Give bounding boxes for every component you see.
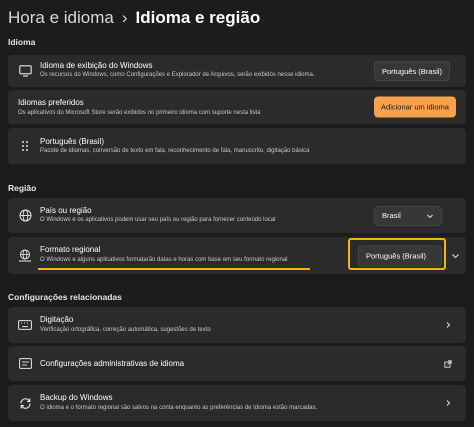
country-dropdown[interactable]: Brasil [374,205,442,226]
backup-title: Backup do Windows [40,393,113,402]
admin-language-title: Configurações administrativas de idioma [40,359,185,368]
section-title-idioma: Idioma [8,37,36,47]
country-title: País ou região [40,206,92,215]
globe-icon [18,209,32,223]
admin-language-row[interactable]: Configurações administrativas de idioma [8,346,466,381]
monitor-icon [18,64,32,78]
display-language-value: Português (Brasil) [382,66,443,76]
breadcrumb-separator: › [121,8,128,27]
keyboard-icon [18,318,32,332]
preferred-languages-title: Idiomas preferidos [18,98,84,107]
typing-row[interactable]: Digitação Verificação ortográfica, corre… [8,307,466,343]
highlight-box [348,238,446,270]
backup-desc: O idioma e o formato regional são salvos… [40,405,318,411]
typing-desc: Verificação ortográfica, correção automá… [40,327,211,333]
open-external-icon [444,359,452,368]
chevron-right-icon [446,400,451,406]
display-language-desc: Os recursos do Windows, como Configuraçõ… [40,72,315,78]
regional-format-icon [18,249,32,263]
highlight-underline [38,268,310,270]
admin-language-icon [18,357,32,371]
display-language-dropdown[interactable]: Português (Brasil) [374,61,450,81]
drag-handle-icon[interactable] [18,139,32,153]
language-pack-desc: Pacote de idiomas, conversão de texto em… [40,148,310,154]
display-language-title: Idioma de exibição do Windows [40,61,153,70]
backup-row[interactable]: Backup do Windows O idioma e o formato r… [8,385,466,421]
language-pack-title: Português (Brasil) [40,137,105,146]
add-language-button[interactable]: Adicionar um idioma [374,96,456,118]
section-title-configuracoes: Configurações relacionadas [8,292,122,302]
chevron-down-icon [427,214,433,218]
language-list-item[interactable]: Português (Brasil) Pacote de idiomas, co… [8,128,466,164]
preferred-languages-row: Idiomas preferidos Os aplicativos do Mic… [8,90,466,124]
typing-title: Digitação [40,315,74,324]
breadcrumb-parent-link[interactable]: Hora e idioma [8,8,114,28]
country-row: País ou região O Windows e os aplicativo… [8,198,466,233]
display-language-row: Idioma de exibição do Windows Os recurso… [8,55,466,87]
expand-chevron-icon[interactable] [451,251,460,260]
preferred-languages-desc: Os aplicativos do Microsoft Store serão … [18,110,261,116]
country-desc: O Windows e os aplicativos podem usar se… [40,217,276,223]
country-value: Brasil [382,211,401,220]
chevron-right-icon [446,322,451,328]
regional-format-title: Formato regional [40,245,101,254]
breadcrumb: Hora e idioma › Idioma e região [8,4,260,32]
page-title: Idioma e região [135,8,261,27]
section-title-regiao: Região [8,183,37,193]
regional-format-desc: O Windows e alguns aplicativos formatarã… [40,257,288,263]
backup-sync-icon [18,396,32,410]
